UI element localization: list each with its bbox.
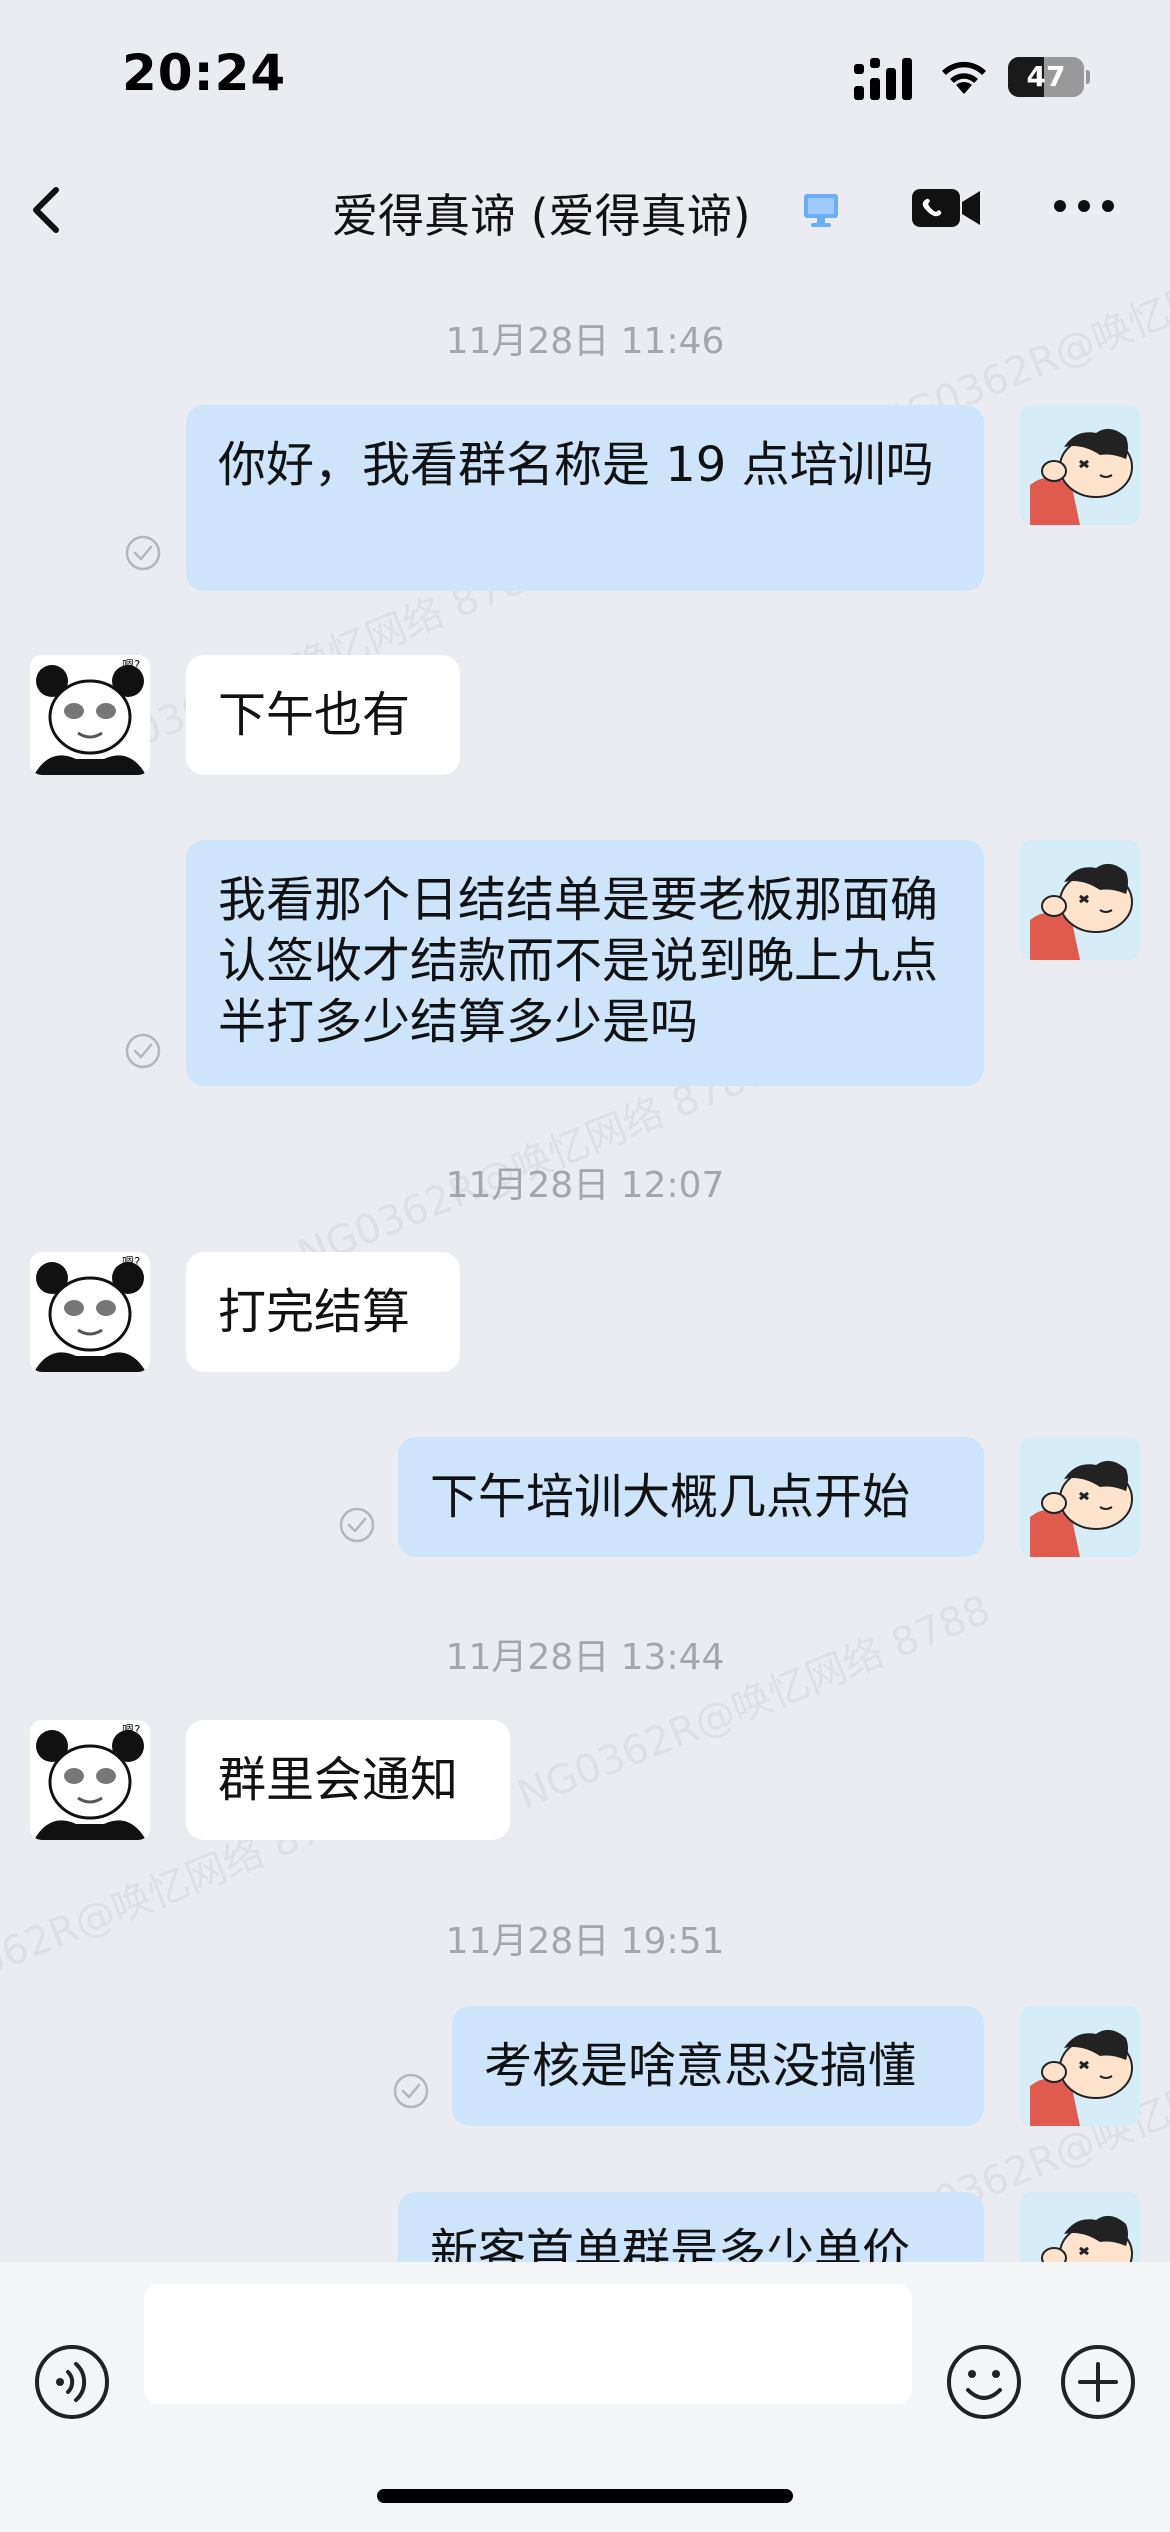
svg-text:嗯?: 嗯? [122, 1723, 140, 1737]
self-avatar[interactable] [1020, 2192, 1140, 2262]
message-bubble-incoming[interactable]: 群里会通知 [186, 1720, 510, 1840]
emoji-icon[interactable] [944, 2342, 1024, 2422]
message-bubble-outgoing[interactable]: 我看那个日结结单是要老板那面确认签收才结款而不是说到晚上九点半打多少结算多少是吗 [186, 840, 984, 1086]
message-list[interactable]: NG0362R@唤忆网络 8788 NG0362R@唤忆网络 8788 NG03… [0, 270, 1170, 2262]
chat-header: 爱得真谛 (爱得真谛) [0, 150, 1170, 270]
plus-icon[interactable] [1058, 2342, 1138, 2422]
self-avatar[interactable] [1020, 1437, 1140, 1557]
cellular-signal-icon [854, 58, 912, 100]
message-bubble-incoming[interactable]: 打完结算 [186, 1252, 460, 1372]
message-bubble-outgoing[interactable]: 下午培训大概几点开始 [398, 1437, 984, 1557]
desktop-online-icon [804, 194, 838, 227]
svg-text:嗯?: 嗯? [122, 1255, 140, 1269]
status-bar: 20:24 47 [0, 0, 1170, 150]
message-composer [0, 2262, 1170, 2532]
voice-icon[interactable] [32, 2342, 112, 2422]
message-bubble-incoming[interactable]: 下午也有 [186, 655, 460, 775]
message-timestamp: 11月28日 13:44 [445, 1637, 725, 1678]
contact-avatar[interactable]: 嗯? [30, 1252, 150, 1372]
wifi-icon [942, 61, 986, 94]
battery-indicator: 47 [1008, 57, 1090, 97]
battery-level: 47 [1026, 60, 1066, 93]
read-receipt-icon [338, 1506, 376, 1544]
svg-text:嗯?: 嗯? [122, 658, 140, 672]
status-time: 20:24 [122, 44, 287, 102]
chevron-left-icon[interactable] [22, 180, 70, 240]
read-receipt-icon [392, 2072, 430, 2110]
home-indicator[interactable] [377, 2489, 793, 2503]
contact-avatar[interactable]: 嗯? [30, 1720, 150, 1840]
battery-cap [1086, 70, 1090, 84]
message-timestamp: 11月28日 12:07 [445, 1165, 725, 1206]
message-input[interactable] [144, 2284, 912, 2404]
more-dots-icon[interactable] [1052, 196, 1116, 216]
watermark: NG0362R@唤忆网络 8788 [511, 1586, 997, 1819]
chat-title[interactable]: 爱得真谛 (爱得真谛) [332, 180, 751, 246]
read-receipt-icon [124, 534, 162, 572]
message-bubble-outgoing[interactable]: 新客首单群是多少单价 [398, 2192, 984, 2262]
self-avatar[interactable] [1020, 2006, 1140, 2126]
message-timestamp: 11月28日 11:46 [445, 321, 725, 362]
read-receipt-icon [124, 1032, 162, 1070]
self-avatar[interactable] [1020, 840, 1140, 960]
self-avatar[interactable] [1020, 405, 1140, 525]
message-timestamp: 11月28日 19:51 [445, 1921, 725, 1962]
video-call-icon[interactable] [910, 185, 982, 231]
message-bubble-outgoing[interactable]: 考核是啥意思没搞懂 [452, 2006, 984, 2126]
message-bubble-outgoing[interactable]: 你好，我看群名称是 19 点培训吗 [186, 405, 984, 591]
contact-avatar[interactable]: 嗯? [30, 655, 150, 775]
